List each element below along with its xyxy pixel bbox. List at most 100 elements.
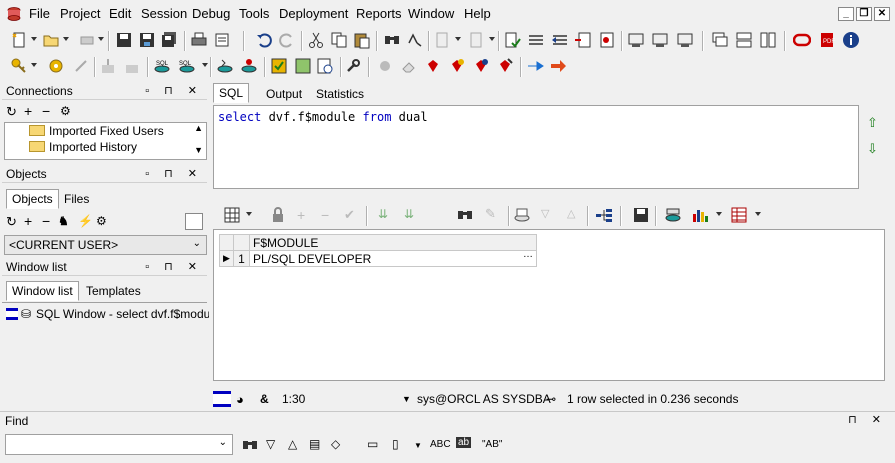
report-icon[interactable] bbox=[627, 31, 645, 49]
scroll-up-icon[interactable]: ▲ bbox=[194, 123, 203, 133]
filter-icon[interactable]: ⚡ bbox=[78, 214, 93, 228]
menu-project[interactable]: Project bbox=[60, 0, 100, 28]
schedule-icon[interactable] bbox=[316, 57, 334, 75]
panel-controls[interactable]: ▫ ⊓ ✕ bbox=[145, 165, 203, 183]
column-header[interactable]: F$MODULE bbox=[249, 234, 537, 251]
remove-icon[interactable]: − bbox=[42, 213, 50, 229]
save-icon[interactable] bbox=[115, 31, 133, 49]
tools-wrench-icon[interactable] bbox=[344, 57, 362, 75]
open-icon[interactable] bbox=[42, 31, 60, 49]
replace-icon[interactable] bbox=[406, 31, 424, 49]
report2-icon[interactable] bbox=[651, 31, 669, 49]
menu-debug[interactable]: Debug bbox=[192, 0, 230, 28]
save-icon[interactable] bbox=[632, 206, 650, 224]
add-icon[interactable]: + bbox=[24, 103, 32, 119]
remove-icon[interactable]: − bbox=[42, 103, 50, 119]
explain-plan-icon[interactable] bbox=[574, 31, 592, 49]
whole-word-icon[interactable]: ab bbox=[456, 437, 472, 448]
print-icon[interactable] bbox=[190, 31, 208, 49]
menu-window[interactable]: Window bbox=[408, 0, 454, 28]
cut-icon[interactable] bbox=[307, 31, 325, 49]
forward-arrow-icon[interactable] bbox=[549, 57, 567, 75]
find-icon[interactable] bbox=[383, 31, 401, 49]
add-icon[interactable]: + bbox=[24, 213, 32, 229]
report3-icon[interactable] bbox=[676, 31, 694, 49]
code-assistant-icon[interactable] bbox=[270, 57, 288, 75]
tab-output[interactable]: Output bbox=[260, 84, 308, 104]
new-icon[interactable] bbox=[10, 31, 28, 49]
back-arrow-icon[interactable] bbox=[526, 57, 544, 75]
menu-tools[interactable]: Tools bbox=[239, 0, 269, 28]
connection-label[interactable]: sys@ORCL AS SYSDBA bbox=[417, 390, 551, 408]
properties-icon[interactable]: ⚙ bbox=[60, 104, 71, 118]
comment-icon[interactable] bbox=[527, 31, 545, 49]
scope-dropdown-icon[interactable]: ▼ bbox=[414, 441, 422, 450]
table-row[interactable]: ▶ 1 PL/SQL DEVELOPER… bbox=[219, 249, 537, 267]
scroll-down-arrow-icon[interactable]: ⇩ bbox=[867, 141, 878, 157]
key-icon[interactable] bbox=[10, 57, 28, 75]
properties-icon[interactable]: ⚙ bbox=[96, 214, 107, 228]
print-preview-icon[interactable] bbox=[78, 31, 96, 49]
cascade-icon[interactable] bbox=[711, 31, 729, 49]
refresh-icon[interactable]: ↻ bbox=[6, 214, 17, 230]
regex-option[interactable]: "AB" bbox=[482, 439, 502, 450]
gem-pencil-icon[interactable] bbox=[496, 57, 514, 75]
sort-asc-icon[interactable]: △ bbox=[567, 207, 575, 220]
result-grid[interactable]: F$MODULE ▶ 1 PL/SQL DEVELOPER… bbox=[213, 229, 885, 381]
grid-icon[interactable] bbox=[223, 206, 241, 224]
beautifier-icon[interactable] bbox=[376, 57, 394, 75]
post-changes-icon[interactable]: ✔ bbox=[344, 207, 355, 223]
highlight-all-icon[interactable]: ▤ bbox=[309, 437, 320, 451]
cell-ellipsis-button[interactable]: … bbox=[523, 249, 533, 260]
panel-controls[interactable]: ⊓ ✕ bbox=[848, 413, 887, 426]
restore-button[interactable]: ❐ bbox=[856, 7, 872, 21]
menu-edit[interactable]: Edit bbox=[109, 0, 131, 28]
clear-icon[interactable]: ✎ bbox=[485, 206, 496, 222]
describe-icon[interactable] bbox=[598, 31, 616, 49]
compile-icon[interactable] bbox=[47, 57, 65, 75]
tab-sql[interactable]: SQL bbox=[213, 83, 250, 103]
uncomment-icon[interactable] bbox=[551, 31, 569, 49]
close-button[interactable]: ✕ bbox=[874, 7, 890, 21]
undo-icon[interactable] bbox=[255, 31, 273, 49]
command-window-icon[interactable] bbox=[216, 57, 234, 75]
query-by-example-icon[interactable] bbox=[513, 206, 531, 224]
save-as-icon[interactable] bbox=[138, 31, 156, 49]
export-results-icon[interactable] bbox=[664, 206, 682, 224]
save-all-icon[interactable] bbox=[160, 31, 178, 49]
tree-view-icon[interactable] bbox=[595, 206, 613, 224]
tree-item[interactable]: Imported History bbox=[29, 140, 137, 154]
window-list-item[interactable]: ⛁ SQL Window - select dvf.f$module from … bbox=[4, 306, 209, 324]
fetch-last-icon[interactable]: ⇊ bbox=[404, 207, 414, 221]
test-window-icon[interactable] bbox=[240, 57, 258, 75]
redo-icon[interactable] bbox=[278, 31, 296, 49]
minimize-button[interactable]: _ bbox=[838, 7, 854, 21]
bar-chart-icon[interactable] bbox=[691, 206, 709, 224]
page-setup-icon[interactable] bbox=[213, 31, 231, 49]
tab-templates[interactable]: Templates bbox=[80, 281, 147, 301]
menu-session[interactable]: Session bbox=[141, 0, 187, 28]
tab-files[interactable]: Files bbox=[58, 189, 95, 209]
panel-controls[interactable]: ▫ ⊓ ✕ bbox=[145, 258, 203, 276]
user-select[interactable]: <CURRENT USER> ⌄ bbox=[4, 235, 207, 255]
menu-reports[interactable]: Reports bbox=[356, 0, 402, 28]
sort-desc-icon[interactable]: ▽ bbox=[541, 207, 549, 220]
fetch-next-icon[interactable]: ⇊ bbox=[378, 207, 388, 221]
tab-window-list[interactable]: Window list bbox=[6, 281, 79, 301]
lock-icon[interactable] bbox=[269, 206, 287, 224]
sql-window-icon[interactable]: SQL bbox=[178, 57, 196, 75]
checkbox[interactable] bbox=[185, 213, 203, 230]
panel-controls[interactable]: ▫ ⊓ ✕ bbox=[145, 82, 203, 100]
query-builder-icon[interactable] bbox=[294, 57, 312, 75]
pdf-icon[interactable]: PDF bbox=[818, 31, 836, 49]
table-cell[interactable]: PL/SQL DEVELOPER… bbox=[249, 249, 537, 267]
find-icon[interactable]: ♞ bbox=[58, 214, 69, 228]
insert-record-icon[interactable]: + bbox=[297, 207, 305, 223]
search-window-icon[interactable]: ▭ bbox=[367, 437, 378, 451]
paste-icon[interactable] bbox=[353, 31, 371, 49]
find-next-icon[interactable]: ▽ bbox=[266, 437, 275, 451]
eraser-icon[interactable] bbox=[400, 57, 418, 75]
export-grid-icon[interactable] bbox=[730, 206, 748, 224]
debug-icon[interactable] bbox=[72, 57, 90, 75]
find-input[interactable]: ⌄ bbox=[5, 434, 233, 455]
